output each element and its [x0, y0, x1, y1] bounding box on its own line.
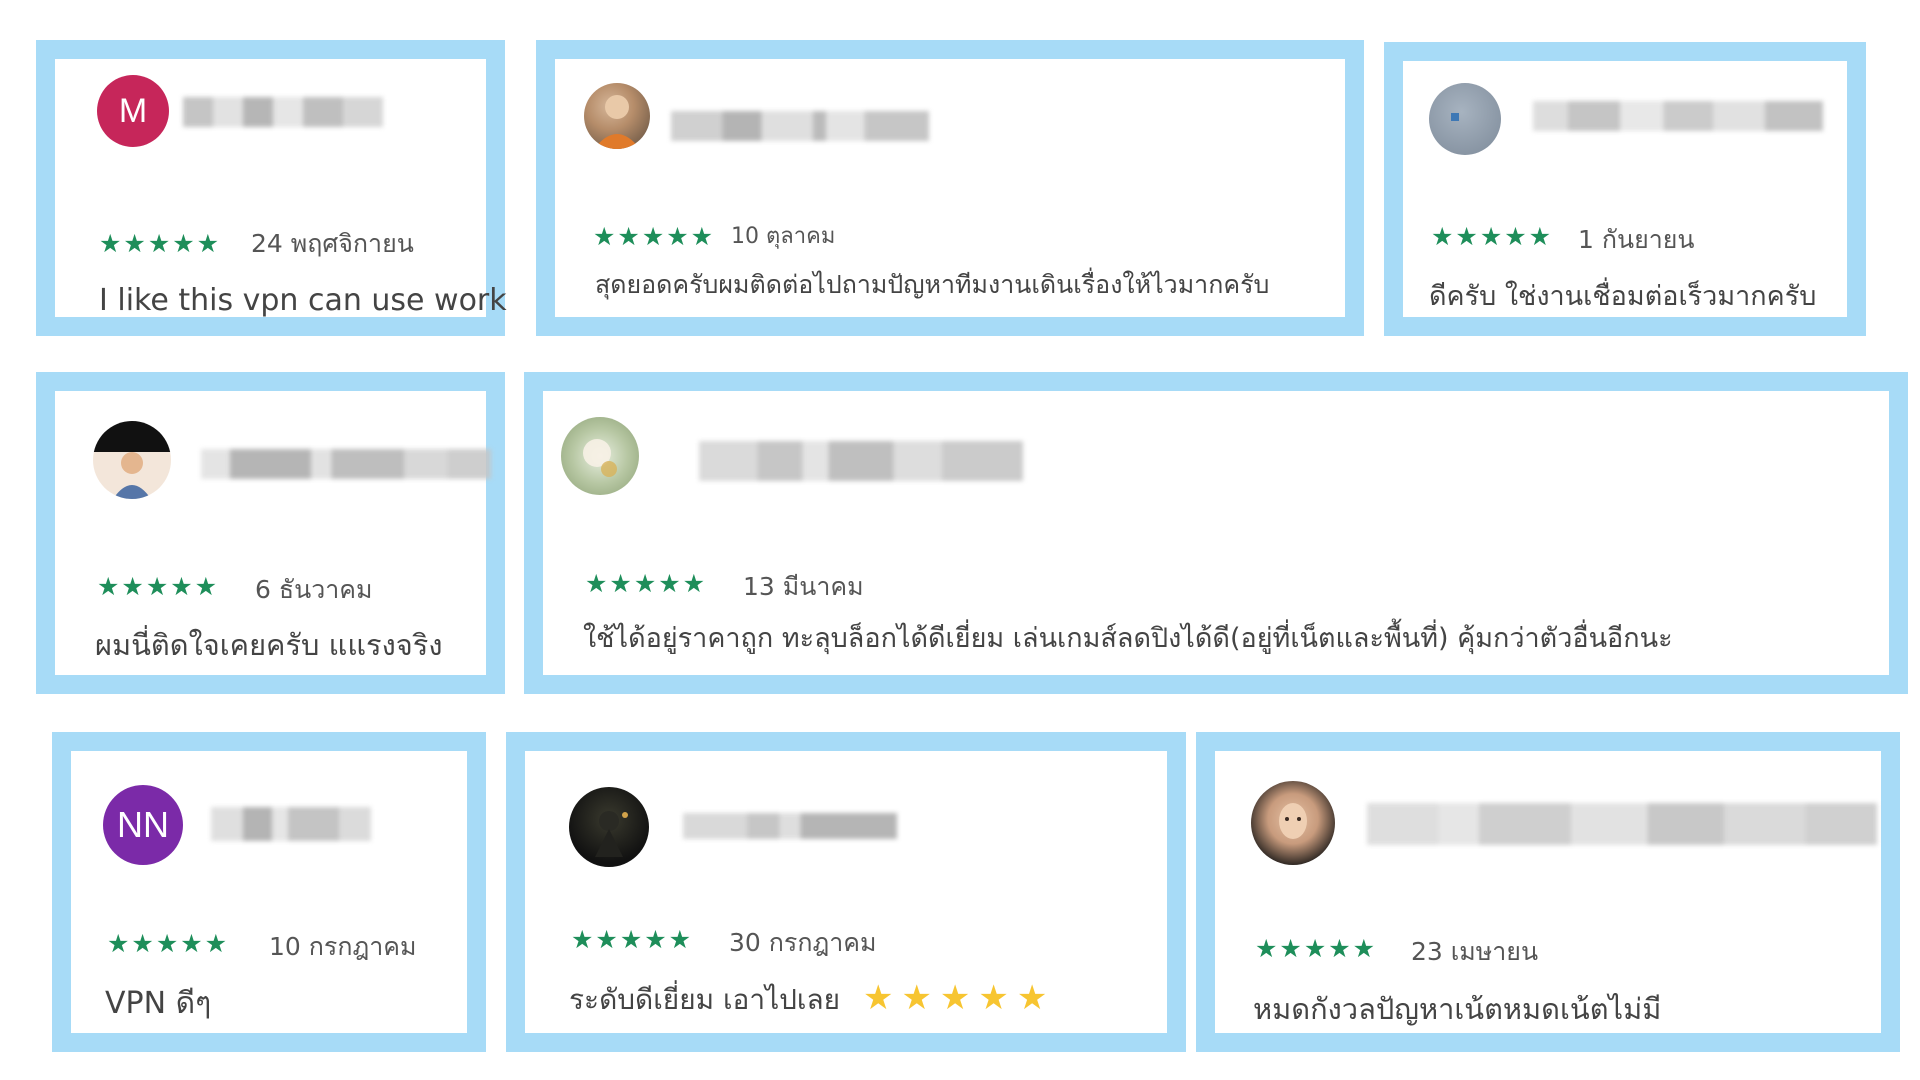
- reviewer-name-blurred: [1367, 803, 1877, 845]
- review-card: ★★★★★ 10 ตุลาคม สุดยอดครับผมติดต่อไปถามป…: [536, 40, 1364, 336]
- review-date: 23 เมษายน: [1411, 937, 1539, 966]
- star-rating: ★★★★★: [1255, 934, 1378, 963]
- review-text: I like this vpn can use work: [99, 283, 507, 318]
- silhouette-photo-icon: [595, 811, 628, 857]
- review-text: สุดยอดครับผมติดต่อไปถามปัญหาทีมงานเดินเร…: [595, 270, 1270, 299]
- review-card: M ★★★★★ 24 พฤศจิกายน I like this vpn can…: [36, 40, 507, 336]
- review-card: NN ★★★★★ 10 กรกฎาคม VPN ดีๆ: [52, 732, 486, 1052]
- avatar: [584, 83, 650, 149]
- reviews-collage: M ★★★★★ 24 พฤศจิกายน I like this vpn can…: [0, 0, 1920, 1080]
- review-date: 10 ตุลาคม: [731, 224, 836, 249]
- avatar: [93, 421, 171, 499]
- reviewer-name-blurred: [699, 441, 1023, 481]
- review-card: ★★★★★ 6 ธันวาคม ผมนี่ติดใจเคยครับ แแรงจร…: [36, 372, 505, 694]
- reviewer-name-blurred: [683, 813, 897, 839]
- star-rating: ★★★★★: [97, 572, 220, 601]
- reviewer-name-blurred: [1533, 101, 1823, 131]
- avatar: [1251, 781, 1335, 865]
- review-card: ★★★★★ 30 กรกฎาคม ระดับดีเยี่ยม เอาไปเลย …: [506, 732, 1186, 1052]
- reviewer-name-blurred: [201, 449, 491, 479]
- avatar: [569, 787, 649, 867]
- avatar: [1429, 83, 1501, 155]
- review-date: 1 กันยายน: [1578, 225, 1695, 254]
- person-photo-icon: [594, 95, 640, 149]
- review-text: VPN ดีๆ: [105, 986, 212, 1021]
- reviewer-name-blurred: [671, 111, 929, 141]
- avatar-letter: M: [118, 91, 148, 130]
- review-card: ★★★★★ 13 มีนาคม ใช้ได้อยู่ราคาถูก ทะลุบล…: [524, 372, 1908, 694]
- review-card: ★★★★★ 1 กันยายน ดีครับ ใช่งานเชื่อมต่อเร…: [1384, 42, 1866, 336]
- review-card: ★★★★★ 23 เมษายน หมดกังวลปัญหาเน้ตหมดเน้ต…: [1196, 732, 1900, 1052]
- review-text: ดีครับ ใช่งานเชื่อมต่อเร็วมากครับ: [1429, 281, 1817, 312]
- review-text: ผมนี่ติดใจเคยครับ แแรงจริง: [95, 628, 443, 662]
- avatar-letter: NN: [117, 804, 169, 845]
- review-date: 13 มีนาคม: [743, 572, 864, 601]
- avatar: NN: [103, 785, 183, 865]
- star-rating: ★★★★★: [107, 929, 230, 958]
- star-rating: ★★★★★: [593, 222, 716, 251]
- reviewer-name-blurred: [211, 807, 371, 841]
- person-photo-icon: [1279, 803, 1307, 839]
- avatar: M: [97, 75, 169, 147]
- star-rating: ★★★★★: [585, 569, 708, 598]
- star-rating: ★★★★★: [571, 925, 694, 954]
- review-date: 6 ธันวาคม: [255, 575, 373, 604]
- person-photo-icon: [113, 452, 151, 499]
- review-text: หมดกังวลปัญหาเน้ตหมดเน้ตไม่มี: [1253, 992, 1662, 1026]
- review-date: 10 กรกฎาคม: [269, 932, 417, 961]
- reviewer-name-blurred: [183, 97, 383, 127]
- review-date: 24 พฤศจิกายน: [251, 229, 414, 258]
- flower-photo-icon: [583, 439, 617, 477]
- star-emoji-row: ★★★★★: [862, 978, 1056, 1018]
- review-date: 30 กรกฎาคม: [729, 928, 877, 957]
- review-text-main: ระดับดีเยี่ยม เอาไปเลย: [569, 983, 841, 1016]
- star-rating: ★★★★★: [99, 229, 222, 258]
- avatar: [561, 417, 639, 495]
- star-rating: ★★★★★: [1431, 222, 1554, 251]
- profile-photo-icon: [1451, 113, 1459, 121]
- review-text: ระดับดีเยี่ยม เอาไปเลย ★★★★★: [569, 978, 1056, 1018]
- review-text: ใช้ได้อยู่ราคาถูก ทะลุบล็อกได้ดีเยี่ยม เ…: [583, 623, 1673, 654]
